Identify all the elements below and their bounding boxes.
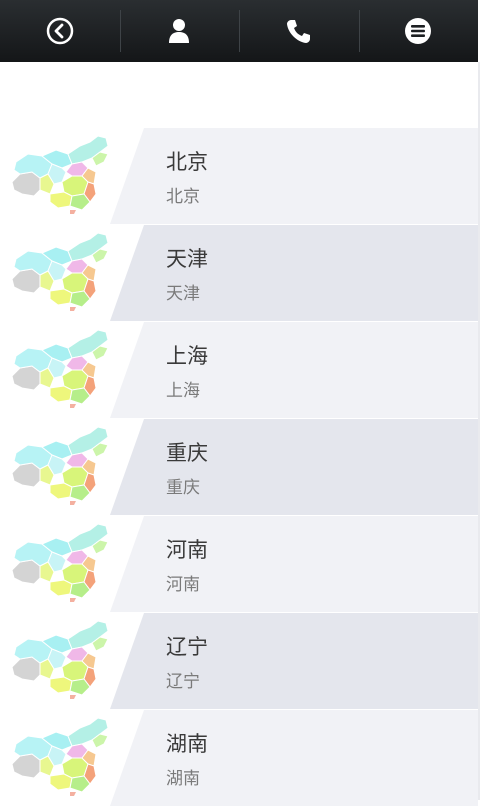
region-title: 北京 <box>166 150 208 174</box>
region-list: 北京 北京 天津 天津 上海 上海 重庆 重庆 河南 河南 辽宁 辽宁 湖南 湖… <box>0 128 478 807</box>
region-list-item[interactable]: 上海 上海 <box>0 322 478 419</box>
china-map-icon <box>10 617 114 701</box>
region-list-item[interactable]: 北京 北京 <box>0 128 478 225</box>
menu-button[interactable] <box>358 0 479 62</box>
region-title: 重庆 <box>166 441 208 465</box>
region-list-item[interactable]: 河南 河南 <box>0 516 478 613</box>
region-title: 河南 <box>166 538 208 562</box>
region-subtitle: 湖南 <box>166 769 200 789</box>
list-item-background <box>110 516 478 612</box>
call-button[interactable] <box>239 0 359 62</box>
china-map-icon <box>10 132 114 216</box>
region-title: 辽宁 <box>166 635 208 659</box>
back-button[interactable] <box>0 0 120 62</box>
region-title: 上海 <box>166 344 208 368</box>
china-map-icon <box>10 520 114 604</box>
region-subtitle: 重庆 <box>166 478 200 498</box>
person-icon <box>169 19 190 43</box>
region-list-item[interactable]: 天津 天津 <box>0 225 478 322</box>
list-item-background <box>110 419 478 515</box>
list-item-background <box>110 225 478 321</box>
list-item-background <box>110 322 478 418</box>
region-title: 天津 <box>166 247 208 271</box>
region-subtitle: 上海 <box>166 381 200 401</box>
china-map-icon <box>10 326 114 410</box>
top-toolbar <box>0 0 478 62</box>
list-item-background <box>110 613 478 709</box>
region-subtitle: 北京 <box>166 187 200 207</box>
region-list-item[interactable]: 辽宁 辽宁 <box>0 613 478 710</box>
list-item-background <box>110 128 478 224</box>
back-circle-icon <box>46 17 73 45</box>
china-map-icon <box>10 229 114 313</box>
profile-button[interactable] <box>119 0 240 62</box>
region-subtitle: 天津 <box>166 284 200 304</box>
phone-icon <box>286 20 310 43</box>
region-list-item[interactable]: 重庆 重庆 <box>0 419 478 516</box>
china-map-icon <box>10 423 114 507</box>
menu-list-icon <box>405 18 432 44</box>
list-item-background <box>110 710 478 806</box>
region-subtitle: 辽宁 <box>166 672 200 692</box>
region-title: 湖南 <box>166 732 208 756</box>
china-map-icon <box>10 714 114 798</box>
region-list-item[interactable]: 湖南 湖南 <box>0 710 478 807</box>
region-subtitle: 河南 <box>166 575 200 595</box>
